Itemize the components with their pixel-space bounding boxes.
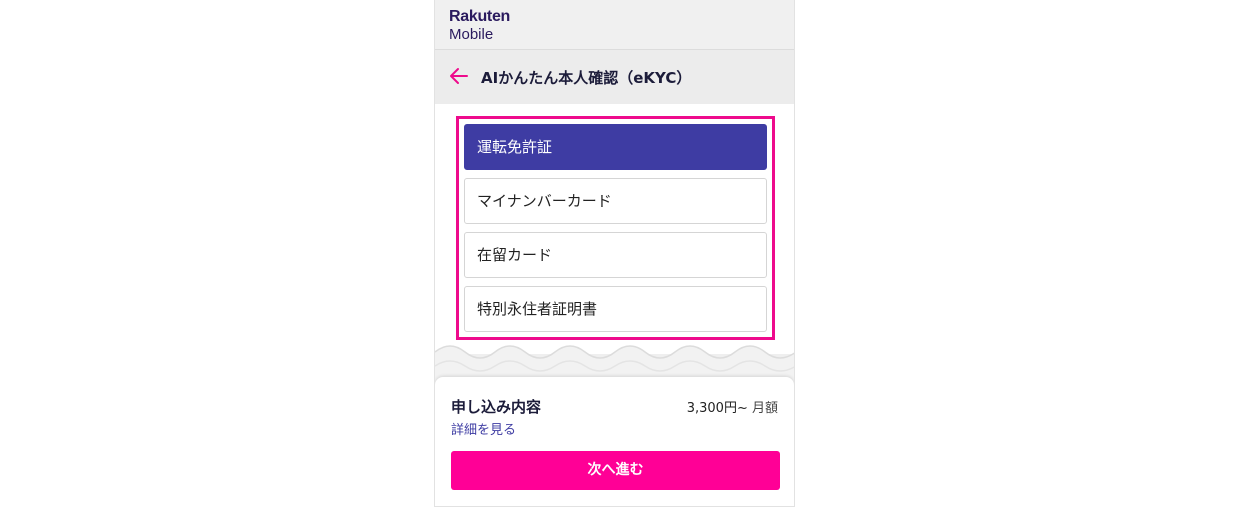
rakuten-mobile-logo[interactable]: Rakuten Mobile [449,8,511,43]
view-details-link[interactable]: 詳細を見る [451,419,516,438]
option-drivers-license[interactable]: 運転免許証 [464,124,767,170]
logo-product-text: Mobile [449,26,494,43]
price-value: 3,300円~ [686,401,748,416]
arrow-left-icon[interactable] [447,64,469,88]
monthly-price: 3,300円~ 月額 [687,397,778,416]
option-special-permanent-resident-certificate[interactable]: 特別永住者証明書 [464,286,767,332]
summary-title: 申し込み内容 [451,398,542,416]
document-selection-area: 運転免許証 マイナンバーカード 在留カード 特別永住者証明書 [435,104,794,354]
price-unit: 月額 [751,401,778,416]
page-header: AIかんたん本人確認（eKYC） [435,50,794,104]
order-summary-panel: 申し込み内容 詳細を見る 3,300円~ 月額 次へ進む [435,377,794,506]
logo-brand-text: Rakuten [449,8,511,25]
option-residence-card[interactable]: 在留カード [464,232,767,278]
page-title: AIかんたん本人確認（eKYC） [481,69,692,87]
top-bar: Rakuten Mobile [435,0,794,50]
option-my-number-card[interactable]: マイナンバーカード [464,178,767,224]
next-button[interactable]: 次へ進む [451,451,780,490]
mobile-screen: Rakuten Mobile AIかんたん本人確認（eKYC） 運転免許証 マイ… [434,0,795,507]
